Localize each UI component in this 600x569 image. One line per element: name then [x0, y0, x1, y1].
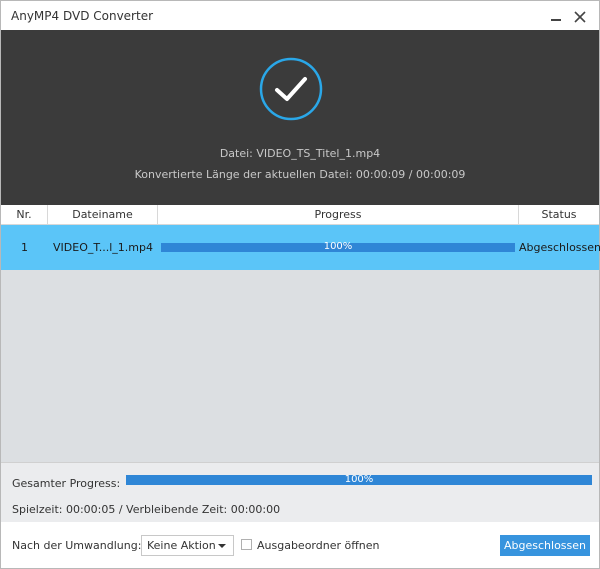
table-header: Nr. Dateiname Progress Status	[1, 205, 599, 225]
time-info-label: Spielzeit: 00:00:05 / Verbleibende Zeit:…	[12, 503, 281, 516]
after-conversion-value: Keine Aktion	[147, 539, 216, 552]
chevron-down-icon	[218, 544, 226, 548]
row-progress-bar: 100%	[161, 241, 515, 252]
footer-bar: Nach der Umwandlung: Keine Aktion Ausgab…	[1, 523, 599, 568]
finished-button[interactable]: Abgeschlossen	[500, 535, 590, 556]
window-title: AnyMP4 DVD Converter	[11, 9, 154, 23]
total-progress-label: Gesamter Progress:	[12, 477, 121, 490]
converter-window: AnyMP4 DVD Converter Datei: VIDEO_TS_Tit…	[0, 0, 600, 569]
after-conversion-label: Nach der Umwandlung:	[12, 539, 142, 552]
table-row[interactable]: 1 VIDEO_T...l_1.mp4 100% Abgeschlossen	[1, 225, 600, 270]
total-progress-text: 100%	[344, 474, 374, 485]
file-list: 1 VIDEO_T...l_1.mp4 100% Abgeschlossen	[1, 225, 600, 462]
open-output-folder-label[interactable]: Ausgabeordner öffnen	[257, 539, 380, 552]
row-status: Abgeschlossen	[519, 241, 600, 254]
title-bar: AnyMP4 DVD Converter	[1, 1, 599, 30]
close-icon[interactable]	[573, 10, 587, 24]
total-progress-panel: Gesamter Progress: 100% Spielzeit: 00:00…	[1, 462, 599, 522]
current-file-label: Datei: VIDEO_TS_Titel_1.mp4	[219, 147, 381, 160]
row-progress-text: 100%	[323, 241, 353, 252]
minimize-icon[interactable]	[549, 10, 563, 22]
converted-length-label: Konvertierte Länge der aktuellen Datei: …	[134, 168, 466, 181]
total-progress-bar: 100%	[126, 474, 592, 485]
conversion-status-panel: Datei: VIDEO_TS_Titel_1.mp4 Konvertierte…	[1, 30, 599, 205]
column-header-filename[interactable]: Dateiname	[48, 205, 158, 225]
column-header-nr[interactable]: Nr.	[1, 205, 48, 225]
row-number: 1	[21, 241, 28, 254]
checkmark-circle-icon	[259, 57, 323, 121]
column-header-status[interactable]: Status	[519, 205, 599, 225]
open-output-folder-checkbox[interactable]	[241, 539, 252, 550]
row-filename: VIDEO_T...l_1.mp4	[53, 241, 153, 254]
column-header-progress[interactable]: Progress	[158, 205, 519, 225]
after-conversion-select[interactable]: Keine Aktion	[141, 535, 234, 556]
